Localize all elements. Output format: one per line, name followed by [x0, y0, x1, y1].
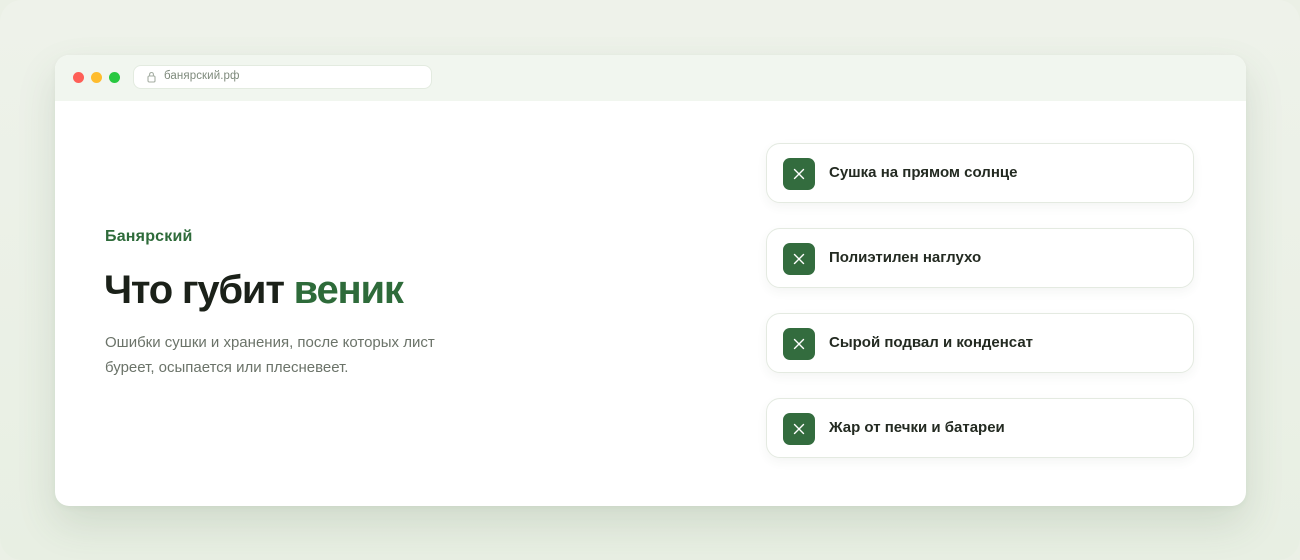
page-subtitle: Ошибки сушки и хранения, после которых л…: [105, 334, 435, 376]
mistake-label: Сушка на прямом солнце: [829, 164, 1018, 181]
mistake-label: Сырой подвал и конденсат: [829, 334, 1034, 351]
mistake-card: Жар от печки и батареи: [766, 398, 1194, 458]
mistake-card: Полиэтилен наглухо: [766, 228, 1194, 288]
browser-titlebar: банярский.рф: [55, 55, 1246, 101]
brand-name: Банярский: [105, 228, 193, 245]
mistake-label: Жар от печки и батареи: [829, 419, 1005, 436]
close-window-dot[interactable]: [73, 72, 84, 83]
page-title-prefix: Что губит: [104, 268, 285, 312]
cross-icon: [793, 338, 805, 350]
cross-badge: [783, 413, 815, 445]
minimize-window-dot[interactable]: [91, 72, 102, 83]
mistake-card: Сырой подвал и конденсат: [766, 313, 1194, 373]
browser-window: банярский.рф Банярский Что губит веник О…: [55, 55, 1246, 506]
cross-icon: [793, 168, 805, 180]
page-content: Банярский Что губит веник Ошибки сушки и…: [55, 101, 1246, 506]
mistake-label: Полиэтилен наглухо: [829, 249, 982, 266]
cross-badge: [783, 328, 815, 360]
address-bar[interactable]: банярский.рф: [133, 65, 432, 89]
cross-badge: [783, 158, 815, 190]
address-bar-url: банярский.рф: [164, 70, 240, 82]
cross-badge: [783, 243, 815, 275]
cross-icon: [793, 253, 805, 265]
maximize-window-dot[interactable]: [109, 72, 120, 83]
page-title: Что губит веник: [104, 265, 404, 315]
page-background: банярский.рф Банярский Что губит веник О…: [0, 0, 1300, 560]
mistake-card: Сушка на прямом солнце: [766, 143, 1194, 203]
lock-icon: [147, 71, 156, 83]
cross-icon: [793, 423, 805, 435]
page-title-accent: веник: [293, 268, 404, 312]
